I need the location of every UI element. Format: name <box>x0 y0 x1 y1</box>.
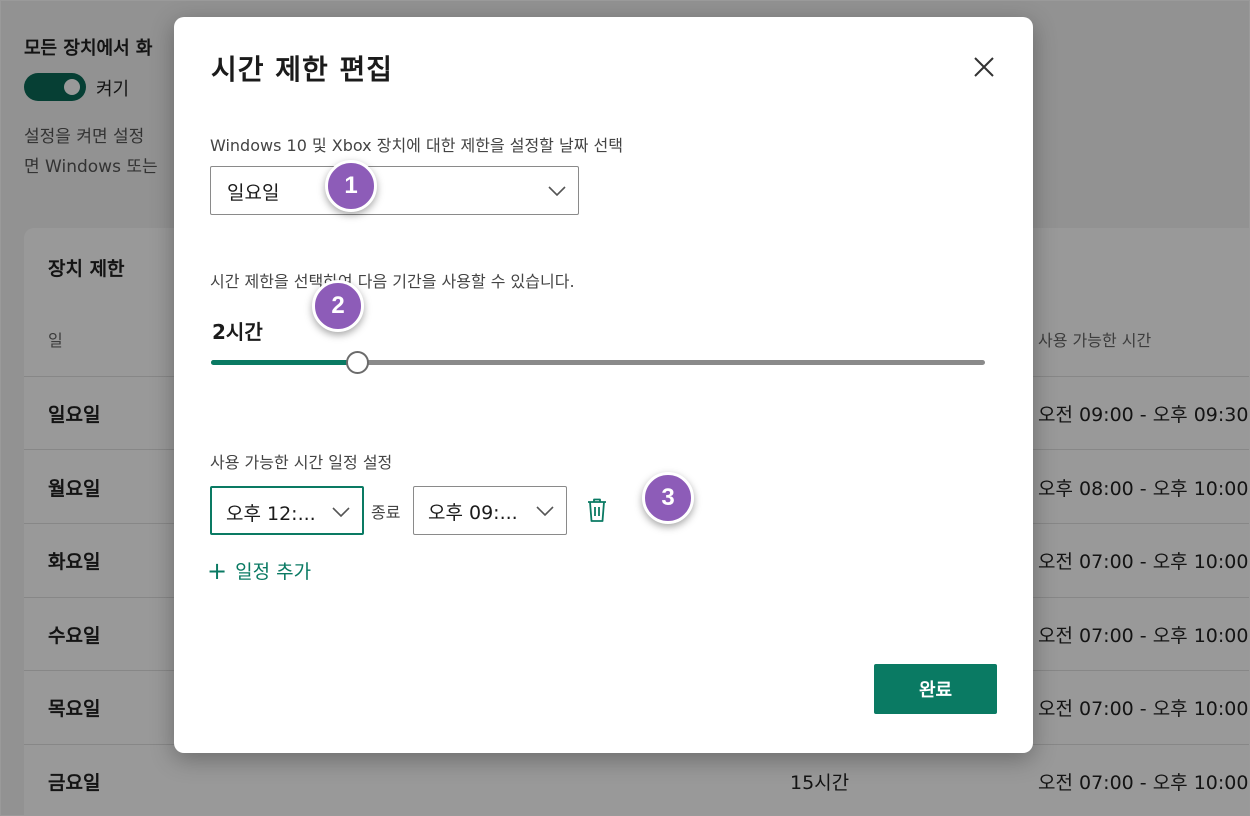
close-icon <box>974 57 994 77</box>
start-time-select[interactable]: 오후 12:... <box>210 486 364 535</box>
done-button[interactable]: 완료 <box>874 664 997 714</box>
add-schedule-label: 일정 추가 <box>235 561 312 583</box>
slider-thumb[interactable] <box>346 351 370 374</box>
day-select[interactable]: 일요일 <box>210 166 579 215</box>
chevron-down-icon <box>548 186 566 196</box>
time-limit-label: 시간 제한을 선택하여 다음 기간을 사용할 수 있습니다. <box>210 272 575 291</box>
day-select-value: 일요일 <box>227 182 280 204</box>
annotation-badge-1: 1 <box>325 160 377 212</box>
chevron-down-icon <box>536 506 554 516</box>
dialog-title: 시간 제한 편집 <box>211 53 394 86</box>
schedule-label: 사용 가능한 시간 일정 설정 <box>210 453 393 472</box>
end-time-value: 오후 09:... <box>428 502 518 524</box>
start-time-value: 오후 12:... <box>226 503 316 525</box>
time-limit-slider[interactable] <box>211 351 985 374</box>
plus-icon: + <box>207 556 228 585</box>
edit-time-limit-dialog: 시간 제한 편집 Windows 10 및 Xbox 장치에 대한 제한을 설정… <box>174 17 1033 753</box>
add-schedule-link[interactable]: + 일정 추가 <box>207 557 311 584</box>
chevron-down-icon <box>332 507 350 517</box>
end-time-select[interactable]: 오후 09:... <box>413 486 567 535</box>
slider-fill <box>211 360 359 365</box>
annotation-badge-3: 3 <box>642 472 694 524</box>
trash-icon[interactable] <box>585 497 609 523</box>
close-button[interactable] <box>970 53 998 81</box>
annotation-badge-2: 2 <box>312 280 364 332</box>
day-select-label: Windows 10 및 Xbox 장치에 대한 제한을 설정할 날짜 선택 <box>210 136 623 155</box>
to-label: 종료 <box>371 503 401 522</box>
duration-value: 2시간 <box>212 320 263 344</box>
